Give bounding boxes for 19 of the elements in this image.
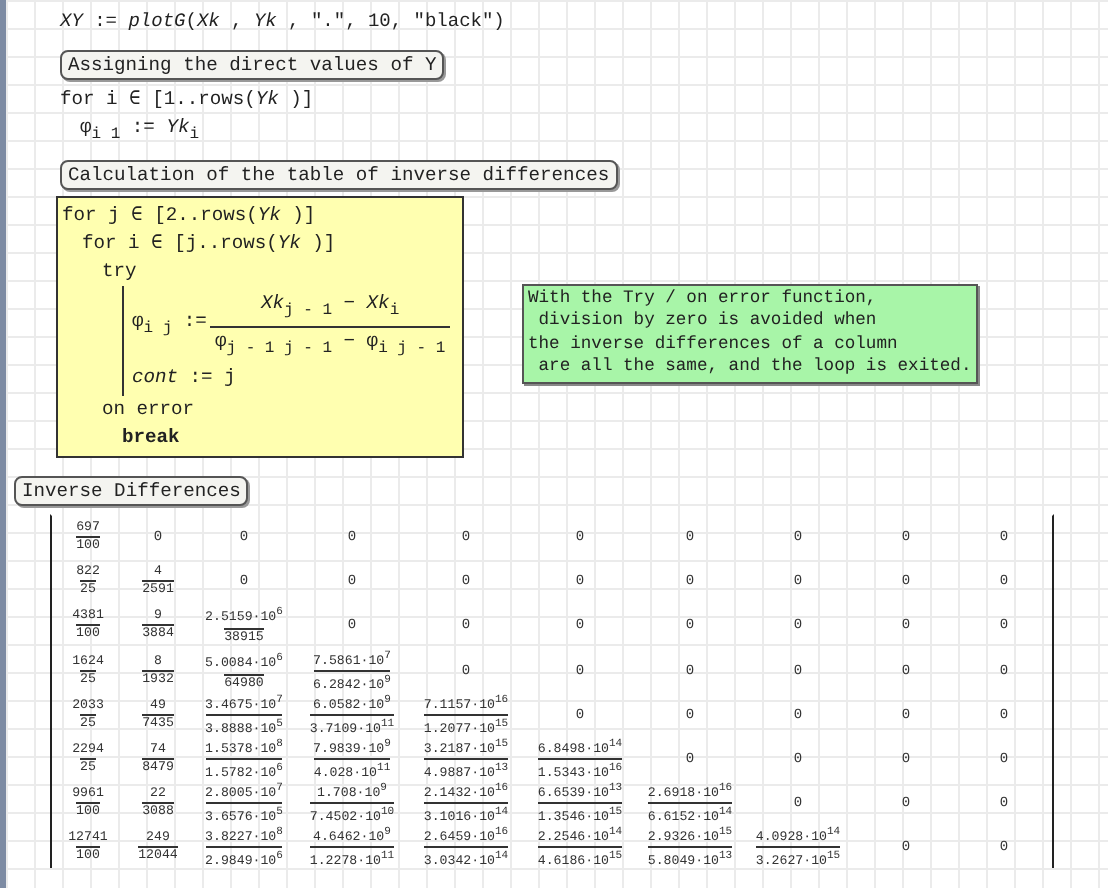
assignment: φ$_{i 1}$ := Yk$_{i}$ bbox=[80, 114, 202, 148]
region-label: Calculation of the table of inverse differences bbox=[60, 159, 618, 190]
region-label: Inverse Differences bbox=[14, 475, 249, 506]
note-text: division by zero is avoided when bbox=[536, 310, 879, 334]
loop-header: for j ∈ [2..rows(Yk )] bbox=[62, 201, 318, 230]
note-text: the inverse differences of a column bbox=[528, 333, 900, 357]
numerator: Xk$_{j - 1}$ − Xk$_{i}$ bbox=[258, 289, 402, 324]
note-text: are all the same, and the loop is exited. bbox=[536, 356, 972, 380]
break-keyword: break bbox=[122, 423, 182, 452]
loop-header: for i ∈ [j..rows(Yk )] bbox=[82, 229, 338, 258]
assignment-target: φ$_{i j}$ := bbox=[132, 308, 207, 343]
note-text: With the Try / on error function, bbox=[528, 287, 879, 311]
on-error-keyword: on error bbox=[102, 395, 197, 424]
assignment: cont := j bbox=[132, 363, 238, 392]
denominator: φ$_{j - 1 j - 1}$ − φ$_{i j - 1}$ bbox=[210, 325, 450, 364]
plot-statement: XY := plotG(Xk , Yk , ".", 10, "black") bbox=[60, 10, 507, 36]
loop-header: for i ∈ [1..rows(Yk )] bbox=[60, 86, 316, 114]
try-keyword: try bbox=[102, 257, 139, 286]
region-label: Assigning the direct values of Y bbox=[60, 50, 445, 80]
